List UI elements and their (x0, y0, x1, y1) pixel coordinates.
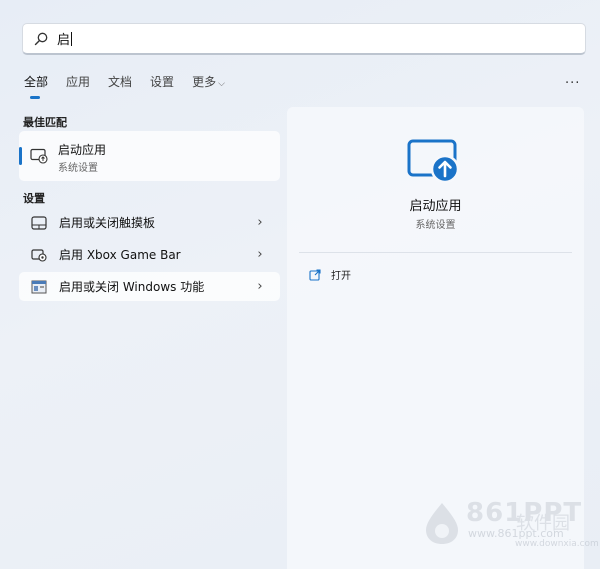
windows-features-icon (31, 280, 47, 293)
tab-more-label: 更多 (192, 75, 217, 89)
best-match-heading: 最佳匹配 (23, 116, 67, 129)
chevron-down-icon: ⌵ (218, 79, 225, 89)
text-caret (71, 31, 73, 46)
best-match-name: 启动应用 (58, 143, 107, 157)
settings-item-label: 启用 Xbox Game Bar (59, 248, 181, 262)
best-match-result[interactable]: 启动应用 系统设置 (19, 131, 280, 181)
detail-title: 启动应用 (409, 199, 462, 214)
more-options-button[interactable]: ... (565, 72, 580, 87)
search-input[interactable]: 启 (22, 23, 586, 55)
detail-subtitle: 系统设置 (415, 220, 456, 231)
tab-more[interactable]: 更多 ⌵ (192, 73, 225, 90)
tab-all[interactable]: 全部 (24, 73, 48, 99)
watermark-logo-icon (426, 503, 458, 544)
chevron-right-icon: › (257, 247, 263, 262)
settings-item-windows-features[interactable]: 启用或关闭 Windows 功能 › (19, 272, 280, 301)
filter-tabs: 全部 应用 文档 设置 更多 ⌵ (24, 73, 243, 99)
search-query: 启 (57, 33, 71, 48)
open-label: 打开 (331, 271, 351, 282)
settings-item-touchpad[interactable]: 启用或关闭触摸板 › (19, 208, 280, 237)
open-external-icon (309, 268, 321, 281)
chevron-right-icon: › (257, 279, 263, 294)
tab-documents[interactable]: 文档 (108, 73, 132, 90)
game-bar-icon (31, 248, 47, 262)
watermark: 861PPT 软件园 www.861ppt.com www.downxia.co… (420, 495, 599, 555)
watermark-url-secondary: www.downxia.com (515, 539, 599, 549)
startup-apps-icon (30, 148, 48, 164)
search-icon (34, 32, 48, 45)
tab-apps[interactable]: 应用 (66, 73, 90, 90)
settings-item-label: 启用或关闭 Windows 功能 (59, 280, 205, 294)
settings-heading: 设置 (23, 192, 45, 205)
settings-item-game-bar[interactable]: 启用 Xbox Game Bar › (19, 240, 280, 269)
open-button[interactable]: 打开 (309, 267, 351, 282)
tab-settings[interactable]: 设置 (150, 73, 174, 90)
touchpad-icon (31, 215, 47, 230)
selection-indicator (19, 147, 22, 165)
divider (299, 252, 572, 253)
settings-item-label: 启用或关闭触摸板 (59, 216, 156, 230)
best-match-subtitle: 系统设置 (58, 163, 98, 174)
chevron-right-icon: › (257, 215, 263, 230)
startup-apps-icon (407, 139, 460, 184)
